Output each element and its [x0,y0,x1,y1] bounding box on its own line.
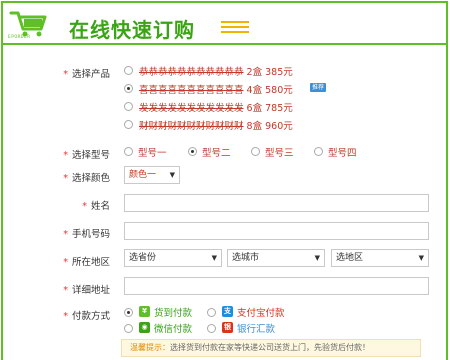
payment-label: * 付款方式 [63,311,110,322]
wechat-icon: ◉ [139,322,150,333]
order-form-header: EPORDER 在线快速订购 [3,3,446,45]
title-decoration-icon [221,21,249,33]
product-radio[interactable] [124,102,133,111]
model-radio-3[interactable] [251,147,260,156]
model-option-2[interactable]: 型号二 [202,145,231,159]
product-radio[interactable] [124,120,133,129]
payment-radio-bank[interactable] [207,324,216,333]
model-label: * 选择型号 [63,150,110,161]
district-select-value: 选地区 [336,253,364,263]
tip-title: 温馨提示： [130,343,170,352]
phone-label: * 手机号码 [63,229,110,240]
payment-radio-cod[interactable] [124,308,133,317]
product-price: 960元 [265,121,293,132]
product-qty: 2盒 [246,67,263,78]
payment-option-cod[interactable]: 货到付款 [154,305,192,319]
name-label: * 姓名 [82,201,110,212]
tip-text: 选择货到付款在家等快递公司送货上门，先验货后付款！ [170,343,370,352]
page-title: 在线快速订购 [69,18,195,42]
unionpay-icon: 银 [222,322,233,333]
payment-radio-alipay[interactable] [207,308,216,317]
product-qty: 8盒 [246,121,263,132]
region-label: * 所在地区 [63,257,110,268]
alipay-icon: 支 [222,306,233,317]
city-select[interactable]: 选城市 ▼ [227,249,325,267]
model-option-3[interactable]: 型号三 [265,145,294,159]
payment-radio-wechat[interactable] [124,324,133,333]
phone-input[interactable] [124,222,429,240]
chevron-down-icon: ▼ [418,254,424,262]
product-price: 580元 [265,85,293,96]
name-input[interactable] [124,194,429,212]
product-label: * 选择产品 [63,69,110,80]
payment-option-alipay[interactable]: 支付宝付款 [237,305,285,319]
product-price: 785元 [265,103,293,114]
model-radio-1[interactable] [124,147,133,156]
model-radio-2[interactable] [188,147,197,156]
payment-option-bank[interactable]: 银行汇款 [237,321,275,335]
chevron-down-icon: ▼ [211,254,217,262]
product-qty: 6盒 [246,103,263,114]
district-select[interactable]: 选地区 ▼ [331,249,429,267]
chevron-down-icon: ▼ [314,254,320,262]
payment-option-wechat[interactable]: 微信付款 [154,321,192,335]
city-select-value: 选城市 [232,253,260,263]
recommend-badge: 推荐 [310,83,327,92]
product-radio[interactable] [124,66,133,75]
logo-text: EPORDER [8,35,31,40]
province-select-value: 选省份 [129,253,157,263]
product-name: 发发发发发发发发发发发 [139,103,244,114]
product-name: 喜喜喜喜喜喜喜喜喜喜喜 [139,85,244,96]
address-label: * 详细地址 [63,285,110,296]
color-select-value: 颜色一 [129,170,157,180]
product-price: 385元 [265,67,293,78]
model-radio-4[interactable] [314,147,323,156]
province-select[interactable]: 选省份 ▼ [124,249,222,267]
model-option-4[interactable]: 型号四 [328,145,357,159]
color-label: * 选择颜色 [63,173,110,184]
address-input[interactable] [124,277,429,295]
tip-banner: 温馨提示：选择货到付款在家等快递公司送货上门，先验货后付款！ [121,339,421,357]
product-name: 恭恭恭恭恭恭恭恭恭恭恭 [139,67,244,78]
product-name: 财财财财财财财财财财财 [139,121,244,132]
color-select[interactable]: 颜色一 ▼ [124,166,180,184]
product-qty: 4盒 [246,85,263,96]
cod-icon: ¥ [139,306,150,317]
chevron-down-icon: ▼ [169,171,175,179]
model-option-1[interactable]: 型号一 [138,145,167,159]
product-radio[interactable] [124,84,133,93]
